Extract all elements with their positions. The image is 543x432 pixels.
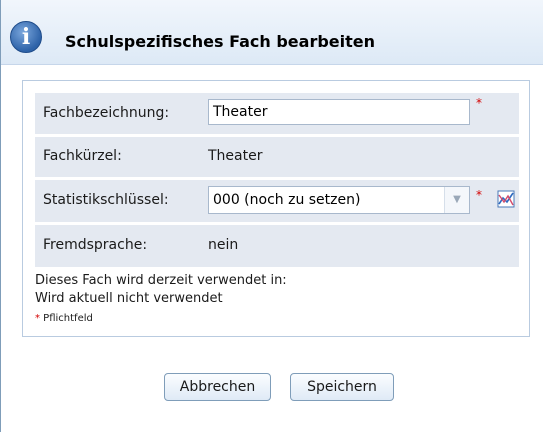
row-fremdsprache: Fremdsprache: nein <box>35 225 519 267</box>
info-icon: i <box>10 21 42 53</box>
required-note-text: Pflichtfeld <box>40 313 93 324</box>
required-asterisk: * <box>476 96 482 110</box>
statistikschluessel-label: Statistikschlüssel: <box>43 192 169 208</box>
row-fachbezeichnung: Fachbezeichnung: Theater * <box>35 93 519 134</box>
form-panel: Fachbezeichnung: Theater * Fachkürzel: T… <box>22 80 530 337</box>
fachkuerzel-label: Fachkürzel: <box>43 148 122 164</box>
chevron-down-icon[interactable]: ▼ <box>444 187 469 213</box>
dialog-title: Schulspezifisches Fach bearbeiten <box>65 32 376 51</box>
statistikschluessel-select[interactable]: 000 (noch zu setzen) ▼ <box>208 186 470 214</box>
usage-status: Wird aktuell nicht verwendet <box>35 291 223 306</box>
fachbezeichnung-value: Theater <box>213 104 268 120</box>
fremdsprache-label: Fremdsprache: <box>43 237 148 253</box>
chart-icon[interactable] <box>497 190 515 208</box>
dialog-header: i Schulspezifisches Fach bearbeiten <box>1 0 543 65</box>
fachbezeichnung-input[interactable]: Theater <box>208 99 470 125</box>
usage-heading: Dieses Fach wird derzeit verwendet in: <box>35 273 287 288</box>
required-field-note: * Pflichtfeld <box>35 313 93 324</box>
row-fachkuerzel: Fachkürzel: Theater <box>35 137 519 177</box>
row-statistikschluessel: Statistikschlüssel: 000 (noch zu setzen)… <box>35 180 519 222</box>
statistikschluessel-value: 000 (noch zu setzen) <box>213 192 361 208</box>
required-asterisk: * <box>476 188 482 202</box>
fachbezeichnung-label: Fachbezeichnung: <box>43 105 170 121</box>
save-button[interactable]: Speichern <box>290 373 394 401</box>
cancel-button[interactable]: Abbrechen <box>164 373 271 401</box>
fachkuerzel-value: Theater <box>208 148 263 164</box>
fremdsprache-value: nein <box>208 237 239 253</box>
edit-subject-dialog: i Schulspezifisches Fach bearbeiten Fach… <box>0 0 543 432</box>
